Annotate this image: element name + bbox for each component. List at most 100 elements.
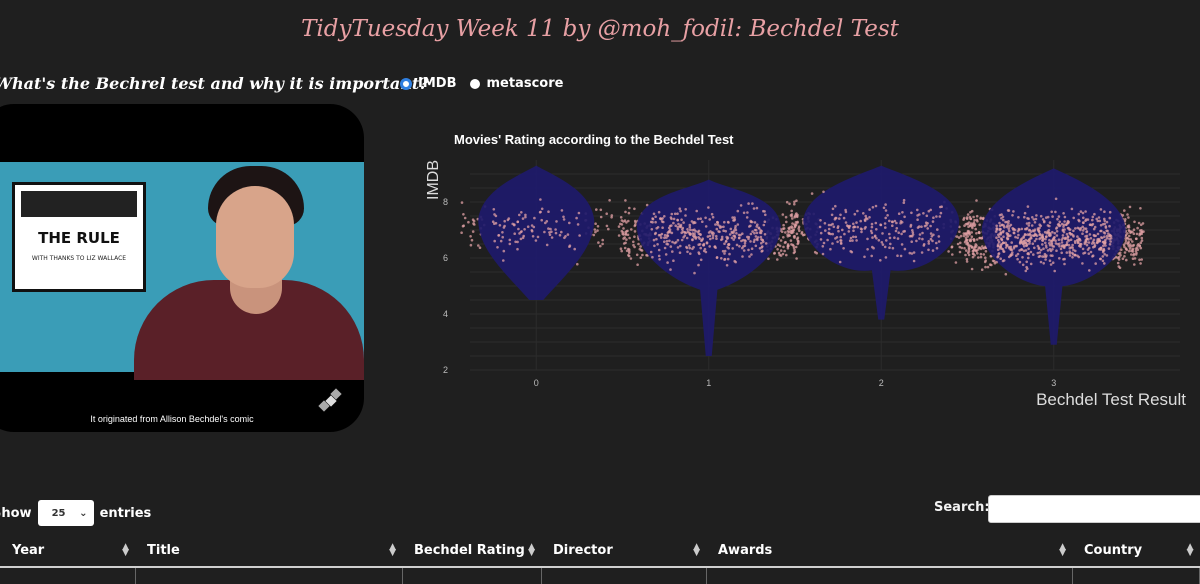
data-point	[693, 232, 696, 235]
column-header-awards[interactable]: Awards ▲ ▼	[706, 537, 1072, 568]
data-point	[964, 222, 968, 226]
data-point	[715, 227, 719, 231]
data-point	[627, 248, 631, 251]
comic-banner	[21, 191, 137, 217]
data-point	[727, 221, 730, 224]
data-point	[1003, 226, 1006, 229]
data-point	[688, 246, 692, 250]
data-point	[821, 252, 825, 256]
column-header-director[interactable]: Director ▲ ▼	[541, 537, 706, 568]
video-frame[interactable]: THE RULE WITH THANKS TO LIZ WALLACE	[0, 162, 364, 380]
data-point	[996, 244, 1000, 248]
data-point	[776, 258, 779, 261]
data-point	[667, 230, 670, 234]
data-point	[1002, 250, 1006, 253]
data-point	[502, 249, 506, 253]
data-point	[842, 216, 846, 220]
sort-icon: ▲ ▼	[389, 542, 396, 558]
data-point	[750, 220, 754, 224]
data-point	[1007, 227, 1010, 230]
data-point	[670, 217, 673, 221]
data-point	[691, 238, 694, 242]
data-point	[1132, 228, 1136, 231]
data-point	[1055, 230, 1059, 233]
data-point	[972, 252, 975, 255]
data-point	[1116, 261, 1120, 265]
data-point	[1048, 259, 1052, 262]
radio-imdb-indicator[interactable]	[400, 77, 412, 90]
data-point	[1001, 259, 1005, 263]
data-point	[780, 230, 784, 233]
data-point	[672, 259, 675, 262]
violin-shape	[981, 168, 1126, 345]
data-point	[966, 213, 970, 216]
data-point	[855, 239, 858, 242]
radio-imdb[interactable]: IMDB	[400, 76, 456, 91]
data-point	[975, 232, 978, 235]
data-point	[627, 251, 631, 254]
data-point	[782, 223, 785, 227]
data-point	[651, 255, 654, 259]
data-point	[622, 242, 626, 245]
data-point	[881, 232, 884, 235]
data-point	[1071, 246, 1074, 249]
data-point	[1027, 221, 1031, 225]
page-length-select[interactable]: 25 ⌄	[37, 500, 94, 526]
data-point	[1123, 209, 1126, 212]
data-point	[973, 223, 977, 226]
data-point	[1126, 236, 1129, 240]
radio-metascore-label: metascore	[486, 76, 564, 91]
data-point	[972, 238, 976, 241]
table-row[interactable]	[0, 567, 1200, 584]
data-point	[1051, 215, 1054, 218]
data-point	[1107, 234, 1111, 238]
data-point	[922, 243, 926, 246]
violin-shape	[478, 165, 595, 300]
data-point	[1065, 232, 1069, 236]
data-point	[1033, 221, 1037, 224]
data-point	[629, 257, 633, 260]
data-point	[1071, 253, 1075, 256]
radio-metascore-indicator[interactable]	[470, 78, 481, 89]
data-point	[638, 247, 642, 251]
violin-shape	[636, 179, 781, 356]
data-point	[902, 198, 906, 202]
column-header-bechdel-rating[interactable]: Bechdel Rating ▲ ▼	[402, 537, 541, 568]
column-header-title[interactable]: Title ▲ ▼	[135, 537, 402, 568]
data-point	[726, 236, 730, 239]
data-point	[740, 239, 743, 243]
column-header-country-label: Country	[1084, 543, 1143, 558]
data-point	[493, 222, 496, 225]
data-point	[1091, 218, 1094, 222]
video-player[interactable]: THE RULE WITH THANKS TO LIZ WALLACE It o…	[0, 104, 364, 432]
data-point	[978, 231, 981, 235]
data-point	[1021, 263, 1025, 267]
data-point	[1107, 232, 1110, 235]
data-point	[890, 220, 894, 223]
column-header-year[interactable]: Year ▲ ▼	[0, 537, 135, 568]
data-point	[1034, 233, 1037, 237]
data-point	[999, 233, 1003, 236]
data-point	[1072, 248, 1075, 252]
data-point	[1135, 232, 1139, 236]
data-point	[976, 252, 979, 255]
data-point	[531, 235, 535, 238]
data-point	[789, 239, 793, 242]
table-header-row: Year ▲ ▼ Title ▲ ▼ Bechdel Rating ▲ ▼ Direc…	[0, 537, 1200, 568]
data-point	[1136, 226, 1139, 230]
data-point	[544, 221, 547, 225]
radio-metascore[interactable]: metascore	[470, 76, 563, 91]
data-point	[995, 227, 998, 230]
data-point	[665, 236, 668, 239]
data-point	[713, 245, 717, 248]
data-point	[1025, 227, 1028, 231]
search-input[interactable]	[988, 495, 1200, 523]
data-point	[610, 214, 614, 217]
column-header-country[interactable]: Country ▲ ▼	[1072, 537, 1200, 568]
data-point	[628, 236, 631, 240]
data-point	[634, 221, 637, 224]
movies-table: Year ▲ ▼ Title ▲ ▼ Bechdel Rating ▲ ▼ Direc…	[0, 537, 1200, 584]
data-point	[790, 213, 794, 216]
data-point	[748, 255, 751, 258]
data-point	[594, 230, 597, 234]
